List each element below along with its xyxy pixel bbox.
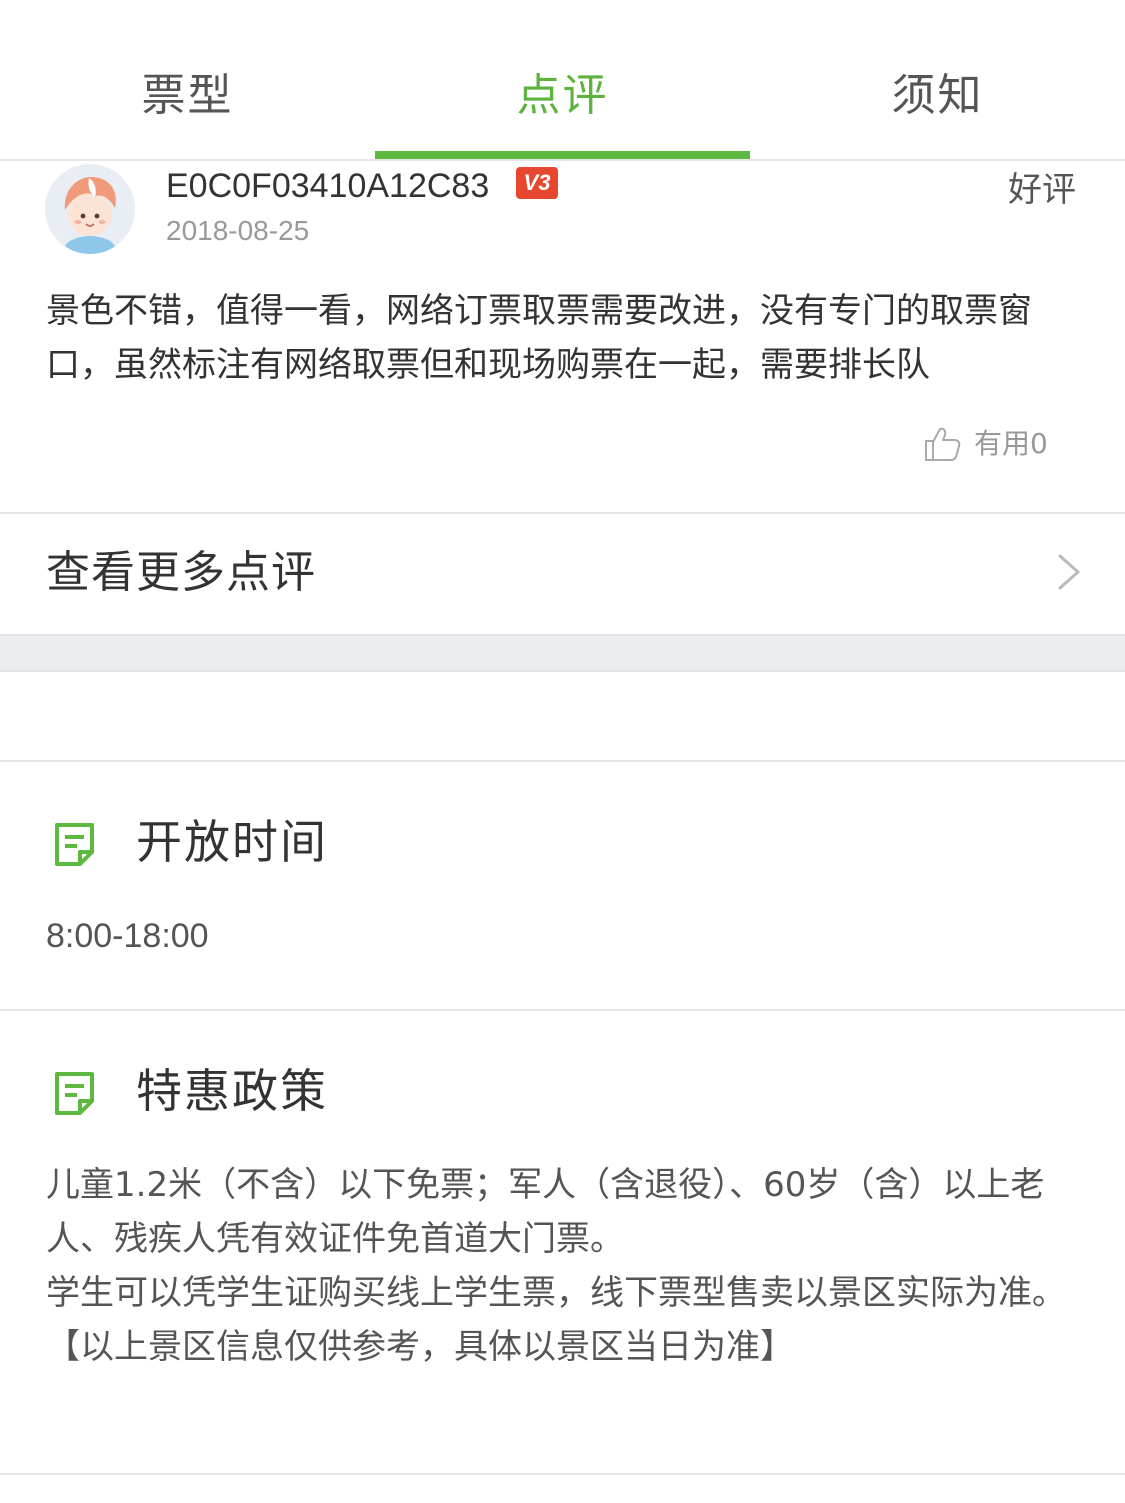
open-hours-title: 开放时间	[136, 815, 328, 869]
policy-text: 儿童1.2米（不含）以下免票；军人（含退役）、60岁（含）以上老人、残疾人凭有效…	[46, 1158, 1106, 1374]
reviewer-username: E0C0F03410A12C83	[166, 167, 490, 205]
review-date: 2018-08-25	[166, 215, 310, 246]
divider	[0, 760, 1125, 762]
tab-notice[interactable]: 须知	[750, 0, 1125, 160]
tab-ticket-types[interactable]: 票型	[0, 0, 375, 160]
review-text: 景色不错，值得一看，网络订票取票需要改进，没有专门的取票窗口，虽然标注有网络取票…	[46, 291, 1032, 385]
useful-count: 有用0	[974, 427, 1048, 460]
policy-line: 【以上景区信息仅供参考，具体以景区当日为准】	[46, 1327, 794, 1367]
avatar[interactable]	[45, 164, 135, 254]
open-hours-value: 8:00-18:00	[46, 917, 209, 955]
note-icon	[55, 823, 94, 866]
section-gap	[0, 634, 1125, 672]
thumb-up-icon	[925, 427, 961, 461]
policy-line: 学生可以凭学生证购买线上学生票，线下票型售卖以景区实际为准。	[46, 1273, 1066, 1313]
member-level-badge: V3	[516, 167, 558, 199]
divider	[0, 1009, 1125, 1011]
tab-label: 须知	[891, 70, 984, 121]
tab-bar: 票型 点评 须知	[0, 0, 1125, 160]
policy-title: 特惠政策	[136, 1064, 328, 1118]
more-reviews-label: 查看更多点评	[46, 547, 316, 598]
tab-label: 票型	[141, 70, 234, 121]
review-rating: 好评	[1008, 170, 1076, 210]
tab-reviews[interactable]: 点评	[375, 0, 750, 160]
policy-line: 儿童1.2米（不含）以下免票；军人（含退役）、60岁（含）以上老人、残疾人凭有效…	[46, 1165, 1045, 1259]
note-icon	[55, 1072, 94, 1115]
divider	[0, 1473, 1125, 1475]
chevron-right-icon	[1058, 554, 1080, 590]
tab-bar-divider	[0, 159, 1125, 161]
tab-label: 点评	[516, 70, 609, 121]
